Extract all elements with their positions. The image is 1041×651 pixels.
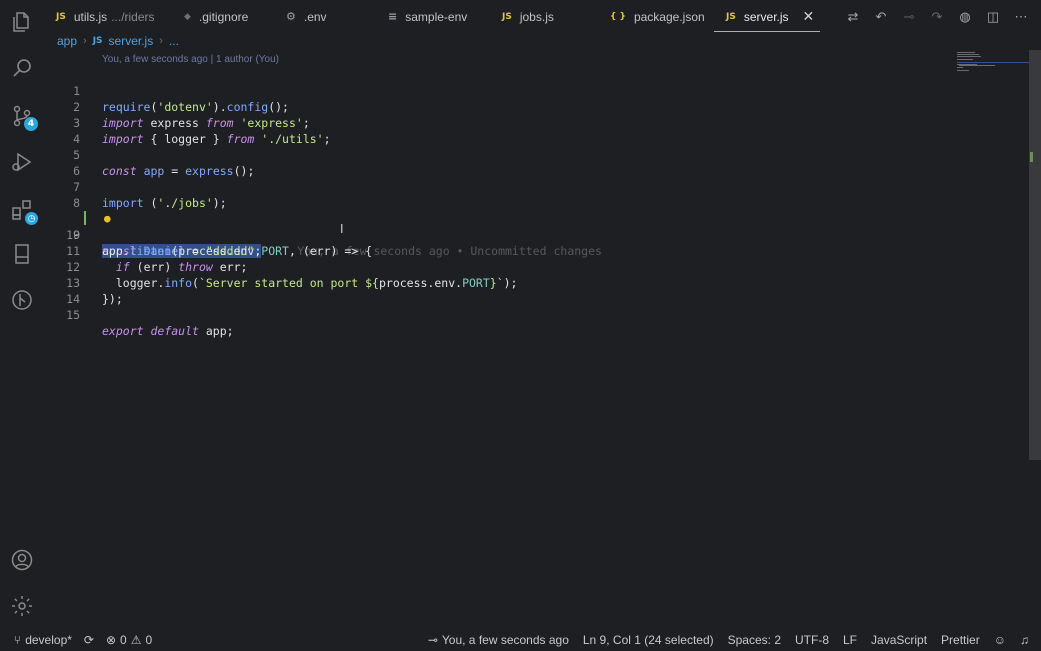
gitignore-file-icon: ◆ [184, 11, 191, 22]
tab-label: package.json [633, 9, 705, 24]
error-count: 0 [120, 633, 127, 647]
code-line: 6 [44, 147, 944, 178]
blame-text: You, a few seconds ago [441, 633, 569, 647]
code-line: 12 logger.info(`Server started on port $… [44, 243, 944, 290]
notebook-icon[interactable] [8, 240, 36, 268]
cursor-position[interactable]: Ln 9, Col 1 (24 selected) [583, 633, 714, 647]
code-line-selected: 9 const Daniel = "ddddd"; You, a few seco… [44, 195, 944, 258]
split-editor-icon[interactable]: ◫ [985, 9, 1001, 25]
tab-utils-js[interactable]: JS utils.js .../riders [44, 0, 166, 33]
commit-icon: ⊸ [427, 633, 438, 647]
scm-badge: 4 [24, 117, 38, 131]
code-line: 2 import express from 'express'; [44, 83, 944, 130]
code-line: 5 const app = express(); [44, 131, 944, 178]
minimap[interactable] [955, 50, 1031, 74]
js-file-icon: JS [502, 11, 512, 22]
tab-label: utils.js [73, 9, 108, 24]
text-file-icon: ≡ [388, 10, 398, 23]
more-actions-icon[interactable]: ⋯ [1013, 9, 1029, 25]
commit-icon[interactable]: ⊸ [901, 9, 917, 25]
explorer-icon[interactable] [8, 8, 36, 36]
code-line: 15 export default app; [44, 291, 944, 338]
js-file-icon: JS [92, 36, 103, 46]
json-file-icon: { } [610, 11, 626, 22]
tab-label: jobs.js [519, 9, 554, 24]
code-line: 13 }); [44, 259, 944, 306]
codelens-authors[interactable]: You, a few seconds ago | 1 author (You) [102, 54, 279, 65]
status-bar: ⑂ develop* ⟳ ⊗ 0 ⚠ 0 ⊸ You, a few second… [0, 629, 1041, 651]
branch-indicator[interactable]: ⑂ develop* [14, 633, 72, 647]
warning-icon: ⚠ [130, 633, 142, 647]
js-file-icon: JS [726, 11, 736, 22]
activity-bar: 4 ◷ [0, 0, 44, 629]
code-line: 1 require('dotenv').config(); [44, 67, 944, 114]
sync-icon[interactable]: ⟳ [84, 633, 94, 647]
clock-badge-icon: ◷ [25, 212, 38, 225]
feedback-icon[interactable]: ☺ [994, 633, 1006, 647]
breadcrumb-folder[interactable]: app [57, 34, 77, 48]
previous-revision-icon[interactable]: ↶ [873, 9, 889, 25]
compare-changes-icon[interactable]: ⇄ [845, 9, 861, 25]
tab-jobs-js[interactable]: JS jobs.js [490, 0, 598, 33]
tab-label: server.js [743, 9, 789, 24]
gitlens-inspect-icon[interactable]: ◍ [957, 9, 973, 25]
tab-label: .env [303, 9, 327, 24]
encoding[interactable]: UTF-8 [795, 633, 829, 647]
warning-count: 0 [145, 633, 153, 647]
language-mode[interactable]: JavaScript [871, 633, 927, 647]
vertical-scrollbar[interactable] [1029, 50, 1041, 460]
line-number: 15 [66, 308, 80, 322]
breadcrumb-file[interactable]: server.js [109, 34, 154, 48]
tab-label: .gitignore [198, 9, 249, 24]
error-icon: ⊗ [105, 633, 117, 647]
tab-package-json[interactable]: { } package.json [598, 0, 714, 33]
end-of-line[interactable]: LF [843, 633, 857, 647]
problems-indicator[interactable]: ⊗ 0 ⚠ 0 [106, 633, 152, 647]
breadcrumb-symbols[interactable]: ... [169, 34, 179, 48]
code-line: 8 ● [44, 179, 944, 225]
tab-description: .../riders [111, 9, 155, 24]
tab-label: sample-env [405, 9, 468, 24]
code-line: 11 if (err) throw err; [44, 227, 944, 274]
code-line: 4 [44, 115, 944, 146]
code-line: 7 import ('./jobs'); [44, 163, 944, 210]
gear-file-icon: ⚙ [286, 10, 296, 23]
breadcrumb: app › JS server.js › ... [57, 33, 179, 49]
gitlens-icon[interactable] [8, 286, 36, 314]
tab-env[interactable]: ⚙ .env [272, 0, 378, 33]
chevron-right-icon: › [159, 35, 163, 47]
indentation[interactable]: Spaces: 2 [728, 633, 781, 647]
notifications-bell-icon[interactable]: ♫ [1020, 633, 1029, 647]
blame-status[interactable]: ⊸ You, a few seconds ago [428, 633, 569, 647]
run-debug-icon[interactable] [8, 148, 36, 176]
search-icon[interactable] [8, 54, 36, 82]
formatter[interactable]: Prettier [941, 633, 980, 647]
tab-server-js[interactable]: JS server.js ✕ [714, 0, 820, 33]
editor-tabs: JS utils.js .../riders ◆ .gitignore ⚙ .e… [44, 0, 834, 33]
git-branch-icon: ⑂ [14, 633, 22, 647]
code-editor[interactable]: You, a few seconds ago | 1 author (You) … [44, 50, 1029, 630]
tab-sample-env[interactable]: ≡ sample-env [378, 0, 490, 33]
code-line: 3 import { logger } from './utils'; [44, 99, 944, 146]
js-file-icon: JS [56, 11, 66, 22]
account-icon[interactable] [8, 546, 36, 574]
editor-actions: ⇄ ↶ ⊸ ↷ ◍ ◫ ⋯ [845, 0, 1029, 33]
chevron-right-icon: › [83, 35, 87, 47]
text-cursor-icon: I [340, 222, 344, 236]
extensions-icon[interactable]: ◷ [8, 196, 38, 225]
source-control-icon[interactable]: 4 [8, 102, 38, 131]
next-revision-icon[interactable]: ↷ [929, 9, 945, 25]
tab-gitignore[interactable]: ◆ .gitignore [166, 0, 272, 33]
scrollbar-change-marker [1030, 152, 1033, 162]
close-icon[interactable]: ✕ [803, 8, 815, 25]
code-line: 10 app.listen(process.env.PORT, (err) =>… [44, 211, 944, 258]
settings-gear-icon[interactable] [8, 592, 36, 620]
branch-name: develop* [25, 633, 72, 647]
code-line: 14 [44, 275, 944, 306]
